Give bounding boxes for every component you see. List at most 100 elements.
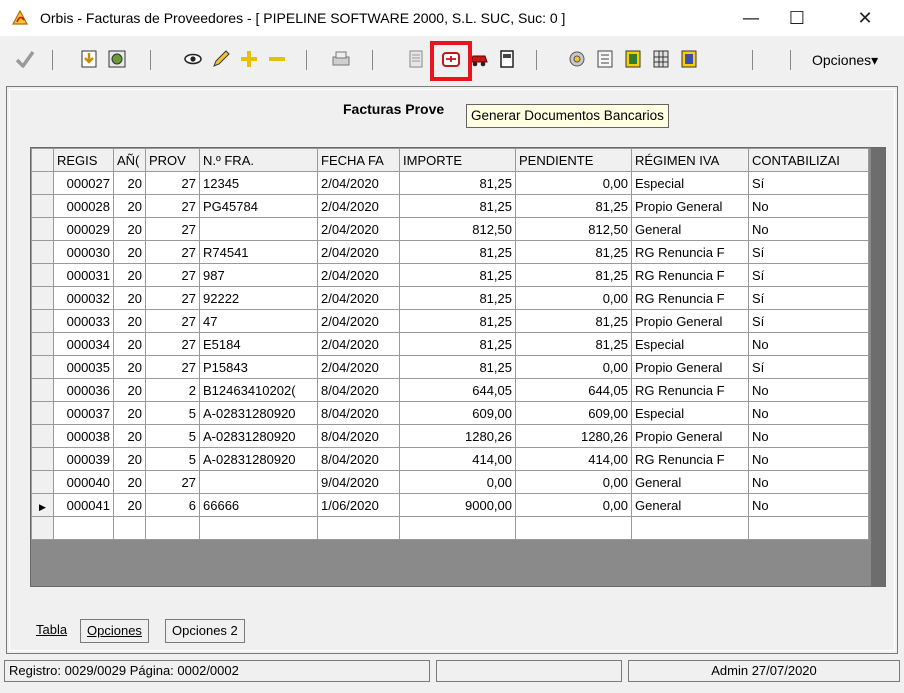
table-cell[interactable]: 2/04/2020 [317,332,400,356]
table-cell[interactable]: 9000,00 [399,493,516,517]
table-cell[interactable]: 81,25 [399,309,516,333]
table-cell[interactable]: RG Renuncia F [631,447,749,471]
table-cell[interactable]: E5184 [199,332,318,356]
table-cell[interactable]: 20 [113,286,146,310]
table-cell[interactable] [113,516,146,540]
remove-icon[interactable] [264,46,290,72]
row-indicator[interactable] [31,286,54,310]
table-cell[interactable]: 20 [113,470,146,494]
table-cell[interactable]: 5 [145,447,200,471]
opciones-menu-button[interactable]: Opciones▾ [812,52,878,69]
table-cell[interactable]: 609,00 [399,401,516,425]
row-indicator[interactable] [31,378,54,402]
table-cell[interactable]: 000038 [53,424,114,448]
vertical-scrollbar[interactable] [871,148,885,586]
table-cell[interactable]: 000036 [53,378,114,402]
table-cell[interactable]: 000032 [53,286,114,310]
table-cell[interactable]: No [748,493,869,517]
edit-icon[interactable] [208,46,234,72]
table-cell[interactable]: No [748,332,869,356]
table-cell[interactable]: 81,25 [399,240,516,264]
table-cell[interactable]: 2/04/2020 [317,263,400,287]
table-cell[interactable]: Especial [631,171,749,195]
table-cell[interactable]: 000037 [53,401,114,425]
table-cell[interactable]: 2/04/2020 [317,355,400,379]
maximize-button[interactable]: ☐ [774,0,820,36]
table-cell[interactable] [199,516,318,540]
table-cell[interactable]: General [631,217,749,241]
row-indicator[interactable] [31,217,54,241]
table-cell[interactable]: 2/04/2020 [317,240,400,264]
table-cell[interactable]: 81,25 [515,332,632,356]
table-cell[interactable]: 0,00 [515,286,632,310]
table-cell[interactable]: Sí [748,309,869,333]
table-cell[interactable]: 9/04/2020 [317,470,400,494]
table-cell[interactable]: 2/04/2020 [317,194,400,218]
table-row[interactable]: 000035 20 27 P15843 2/04/2020 81,25 0,00 Propio… [31,355,869,379]
table-cell[interactable]: Propio General [631,355,749,379]
column-header[interactable]: IMPORTE [399,148,516,172]
table-cell[interactable]: 20 [113,194,146,218]
table-cell[interactable]: 27 [145,194,200,218]
table-cell[interactable]: 0,00 [515,470,632,494]
table-cell[interactable]: 27 [145,217,200,241]
column-header[interactable]: CONTABILIZAI [748,148,869,172]
list-icon[interactable] [592,46,618,72]
table-cell[interactable]: 20 [113,240,146,264]
table-cell[interactable]: 20 [113,401,146,425]
table-cell[interactable]: 20 [113,263,146,287]
table-cell[interactable]: 27 [145,286,200,310]
column-header[interactable]: PENDIENTE [515,148,632,172]
table-cell[interactable] [631,516,749,540]
report-blue-icon[interactable] [676,46,702,72]
row-indicator[interactable] [31,447,54,471]
table-cell[interactable]: 812,50 [515,217,632,241]
tab-opciones-2[interactable]: Opciones 2 [165,619,245,643]
table-cell[interactable]: 000035 [53,355,114,379]
table-cell[interactable] [199,470,318,494]
table-cell[interactable]: 81,25 [399,263,516,287]
table-row[interactable]: 000038 20 5 A-02831280920 8/04/2020 1280,26 12… [31,424,869,448]
table-row[interactable]: 000032 20 27 92222 2/04/2020 81,25 0,00 RG Renu… [31,286,869,310]
table-cell[interactable]: 81,25 [399,194,516,218]
table-cell[interactable]: 609,00 [515,401,632,425]
add-icon[interactable] [236,46,262,72]
table-cell[interactable]: Especial [631,401,749,425]
table-cell[interactable]: 0,00 [515,493,632,517]
table-cell[interactable]: Sí [748,286,869,310]
table-cell[interactable]: 27 [145,263,200,287]
table-cell[interactable]: A-02831280920 [199,424,318,448]
table-cell[interactable]: 000039 [53,447,114,471]
table-cell[interactable]: 8/04/2020 [317,378,400,402]
table-row[interactable]: 000034 20 27 E5184 2/04/2020 81,25 81,25 Especi… [31,332,869,356]
row-indicator[interactable] [31,171,54,195]
table-cell[interactable]: Sí [748,263,869,287]
row-indicator[interactable]: ▶ [31,493,54,517]
table-cell[interactable]: 000041 [53,493,114,517]
table-cell[interactable]: R74541 [199,240,318,264]
column-header[interactable]: PROV [145,148,200,172]
table-row[interactable]: 000040 20 27 9/04/2020 0,00 0,00 General No [31,470,869,494]
table-cell[interactable]: 8/04/2020 [317,424,400,448]
table-cell[interactable]: 1/06/2020 [317,493,400,517]
filter-icon[interactable] [104,46,130,72]
row-indicator[interactable] [31,194,54,218]
table-cell[interactable]: 27 [145,470,200,494]
table-cell[interactable]: 47 [199,309,318,333]
table-cell[interactable]: 81,25 [515,194,632,218]
table-cell[interactable]: RG Renuncia F [631,240,749,264]
table-cell[interactable]: 644,05 [515,378,632,402]
table-cell[interactable] [317,516,400,540]
table-cell[interactable]: 000028 [53,194,114,218]
table-cell[interactable]: 81,25 [515,240,632,264]
table-row[interactable]: 000027 20 27 12345 2/04/2020 81,25 0,00 Especia… [31,171,869,195]
table-cell[interactable]: A-02831280920 [199,401,318,425]
table-cell[interactable]: 000031 [53,263,114,287]
table-cell[interactable]: 27 [145,309,200,333]
table-cell[interactable]: 2/04/2020 [317,309,400,333]
row-indicator[interactable] [31,240,54,264]
table-cell[interactable]: No [748,447,869,471]
table-row[interactable]: 000036 20 2 B12463410202(8/04/2020 644,05 644… [31,378,869,402]
table-cell[interactable]: Propio General [631,424,749,448]
settings-icon[interactable] [564,46,590,72]
